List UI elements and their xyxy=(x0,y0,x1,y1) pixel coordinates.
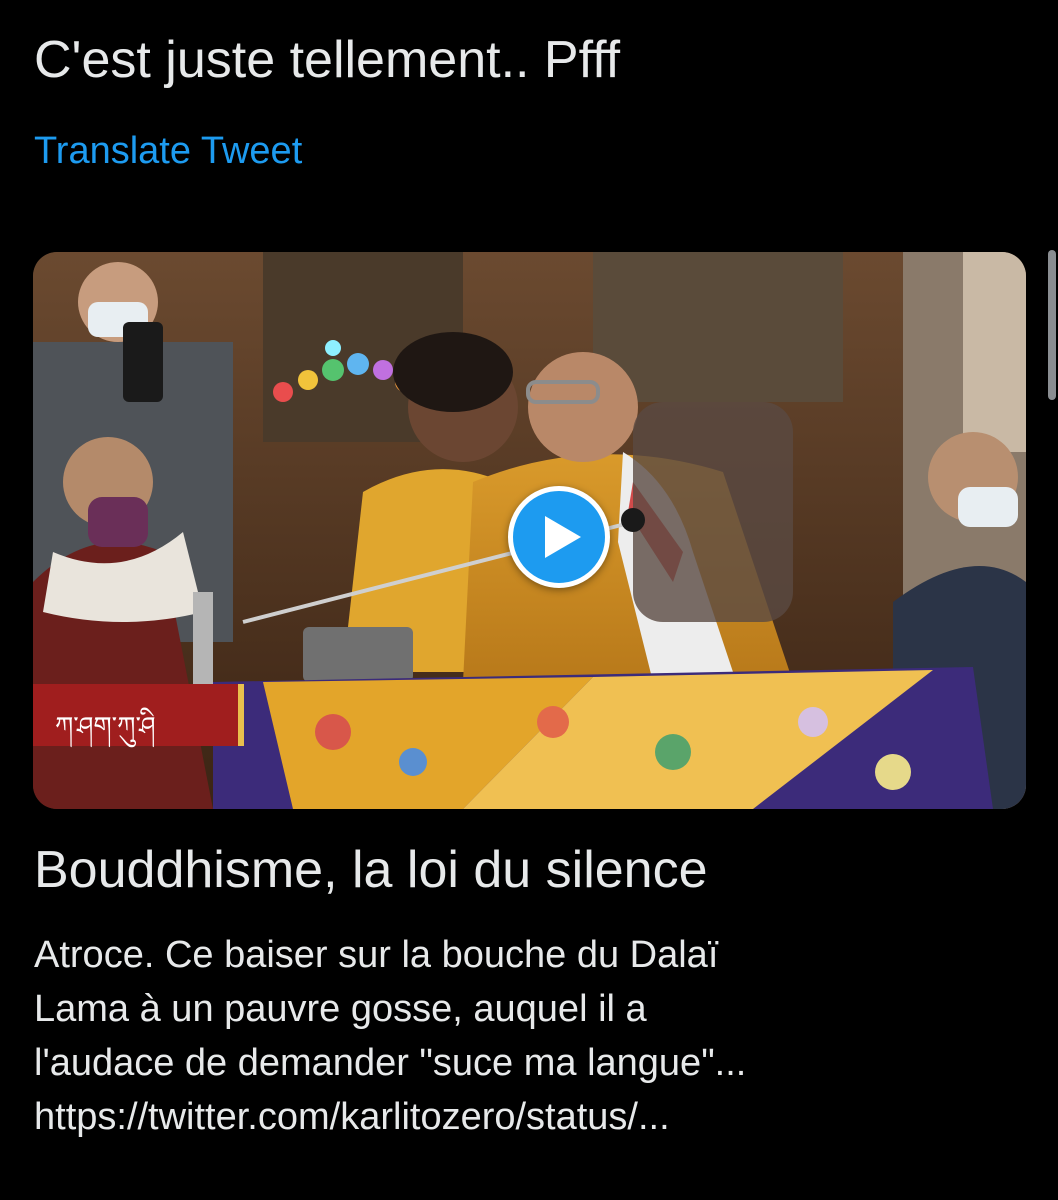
scrollbar[interactable] xyxy=(1048,250,1056,400)
video-thumbnail[interactable]: ཀ་ཤག་ཀུ་ཤི xyxy=(33,252,1026,809)
link-card-title[interactable]: Bouddhisme, la loi du silence xyxy=(34,838,708,902)
tweet-text: C'est juste tellement.. Pfff xyxy=(34,31,621,89)
translate-tweet-link[interactable]: Translate Tweet xyxy=(34,128,302,174)
description-line: Lama à un pauvre gosse, auquel il a xyxy=(34,988,647,1030)
description-url[interactable]: https://twitter.com/karlitozero/status/.… xyxy=(34,1090,1024,1144)
play-icon xyxy=(545,516,581,558)
description-line: Atroce. Ce baiser sur la bouche du Dalaï xyxy=(34,934,719,976)
link-card-description: Atroce. Ce baiser sur la bouche du Dalaï… xyxy=(34,928,1024,1144)
description-line: l'audace de demander "suce ma langue"... xyxy=(34,1042,747,1084)
play-button[interactable] xyxy=(508,486,610,588)
video-caption-overlay: ཀ་ཤག་ཀུ་ཤི xyxy=(55,712,156,742)
